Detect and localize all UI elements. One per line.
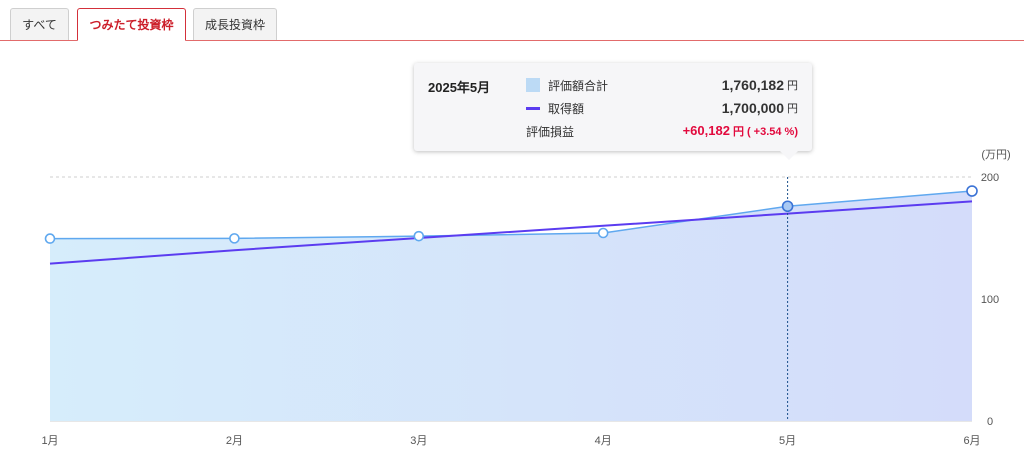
- x-tick-label: 1月: [41, 435, 58, 447]
- y-axis-unit: (万円): [981, 149, 1010, 161]
- y-tick-label: 200: [981, 172, 999, 184]
- x-tick-label: 6月: [963, 435, 980, 447]
- valuation-point: [966, 185, 978, 197]
- x-tick-label: 3月: [410, 435, 427, 447]
- y-tick-label: 100: [981, 294, 999, 306]
- x-tick-label: 4月: [595, 435, 612, 447]
- valuation-legend-swatch: [526, 78, 540, 92]
- tooltip-row-valuation: 評価額合計 1,760,182 円: [526, 76, 798, 94]
- valuation-point: [229, 233, 240, 244]
- gain-label: 評価損益: [526, 124, 575, 139]
- y-tick-label: 0: [987, 416, 993, 428]
- cost-value: 1,700,000: [721, 100, 784, 116]
- tooltip-date: 2025年5月: [428, 80, 491, 95]
- tooltip-row-gain: 評価損益 +60,182 円 ( +3.54 %): [526, 122, 798, 140]
- valuation-label: 評価額合計: [548, 78, 609, 93]
- valuation-point: [44, 233, 56, 244]
- valuation-unit: 円: [787, 80, 798, 92]
- cost-unit: 円: [787, 103, 798, 115]
- valuation-value: 1,760,182: [721, 77, 784, 93]
- gain-percent: ( +3.54 %): [746, 126, 798, 138]
- gain-value-group: +60,182 円 ( +3.54 %): [683, 123, 798, 139]
- gain-value: +60,182: [682, 123, 730, 138]
- tooltip-row-cost: 取得額 1,700,000 円: [526, 99, 798, 117]
- tooltip-arrow: [780, 151, 798, 160]
- valuation-area-fill: [50, 191, 972, 421]
- chart-tooltip: 2025年5月 評価額合計 1,760,182 円 取得額 1,700,000 …: [414, 63, 812, 151]
- valuation-point: [413, 230, 425, 242]
- valuation-point: [781, 200, 794, 213]
- tab-tsumitate[interactable]: つみたて投資枠: [77, 8, 186, 41]
- x-tick-label: 2月: [226, 435, 243, 447]
- gain-unit: 円: [732, 126, 744, 138]
- cost-legend-swatch: [526, 106, 540, 110]
- valuation-point: [597, 227, 609, 239]
- cost-label: 取得額: [548, 101, 585, 116]
- x-tick-label: 5月: [779, 435, 796, 447]
